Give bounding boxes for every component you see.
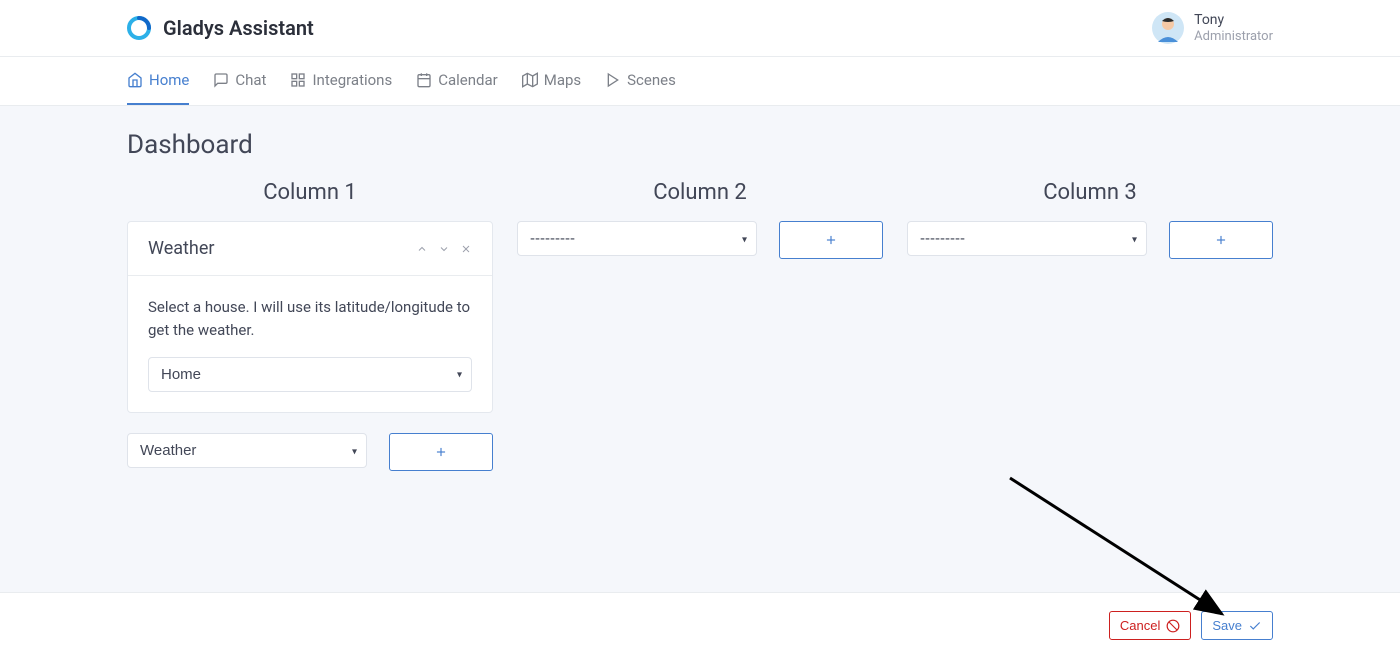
column-title: Column 2 [517,180,883,205]
column-3: Column 3 --------- ▾ [907,180,1273,471]
column-2: Column 2 --------- ▾ [517,180,883,471]
plus-icon [824,233,838,247]
nav-label: Home [149,71,189,89]
home-icon [127,72,143,88]
header: Gladys Assistant Tony Administrator [0,0,1400,57]
widget-picker-row: --------- ▾ [517,221,883,259]
cancel-icon [1166,619,1180,633]
user-name: Tony [1194,12,1273,29]
remove-card-button[interactable] [460,243,472,255]
avatar [1152,12,1184,44]
nav-calendar[interactable]: Calendar [416,57,498,105]
play-icon [605,72,621,88]
column-1: Column 1 Weather [127,180,493,471]
widget-picker-row: --------- ▾ [907,221,1273,259]
grid-icon [290,72,306,88]
weather-card: Weather Select a house. I w [127,221,493,413]
widget-type-select[interactable]: Weather [127,433,367,468]
nav-label: Scenes [627,71,676,89]
chevron-up-icon [416,243,428,255]
widget-type-select[interactable]: --------- [907,221,1147,256]
nav-label: Integrations [312,71,392,89]
chat-icon [213,72,229,88]
user-menu[interactable]: Tony Administrator [1152,12,1273,44]
save-label: Save [1212,618,1242,633]
check-icon [1248,619,1262,633]
close-icon [460,243,472,255]
card-description: Select a house. I will use its latitude/… [148,296,472,341]
card-actions [416,243,472,255]
logo-icon [127,16,151,40]
column-title: Column 3 [907,180,1273,205]
nav-label: Maps [544,71,581,89]
user-info: Tony Administrator [1194,12,1273,44]
map-icon [522,72,538,88]
cancel-button[interactable]: Cancel [1109,611,1191,640]
nav-scenes[interactable]: Scenes [605,57,676,105]
widget-type-select[interactable]: --------- [517,221,757,256]
add-widget-button[interactable] [1169,221,1273,259]
nav-home[interactable]: Home [127,57,189,105]
card-title: Weather [148,238,214,259]
add-widget-button[interactable] [389,433,493,471]
content: Dashboard Column 1 Weather [0,106,1400,592]
card-body: Select a house. I will use its latitude/… [128,276,492,412]
column-title: Column 1 [127,180,493,205]
chevron-down-icon [438,243,450,255]
page-title: Dashboard [127,130,1273,160]
nav-maps[interactable]: Maps [522,57,581,105]
move-down-button[interactable] [438,243,450,255]
calendar-icon [416,72,432,88]
add-widget-button[interactable] [779,221,883,259]
nav-chat[interactable]: Chat [213,57,266,105]
move-up-button[interactable] [416,243,428,255]
widget-picker-row: Weather ▾ [127,433,493,471]
footer: Cancel Save [0,592,1400,658]
nav: Home Chat Integrations Calendar Maps Sce… [0,57,1400,106]
nav-label: Calendar [438,71,498,89]
plus-icon [1214,233,1228,247]
house-select[interactable]: Home [148,357,472,392]
plus-icon [434,445,448,459]
brand[interactable]: Gladys Assistant [127,16,314,40]
dashboard-columns: Column 1 Weather [127,180,1273,471]
brand-title: Gladys Assistant [163,16,314,40]
save-button[interactable]: Save [1201,611,1273,640]
nav-integrations[interactable]: Integrations [290,57,392,105]
cancel-label: Cancel [1120,618,1160,633]
nav-label: Chat [235,71,266,89]
user-role: Administrator [1194,29,1273,45]
card-header: Weather [128,222,492,276]
